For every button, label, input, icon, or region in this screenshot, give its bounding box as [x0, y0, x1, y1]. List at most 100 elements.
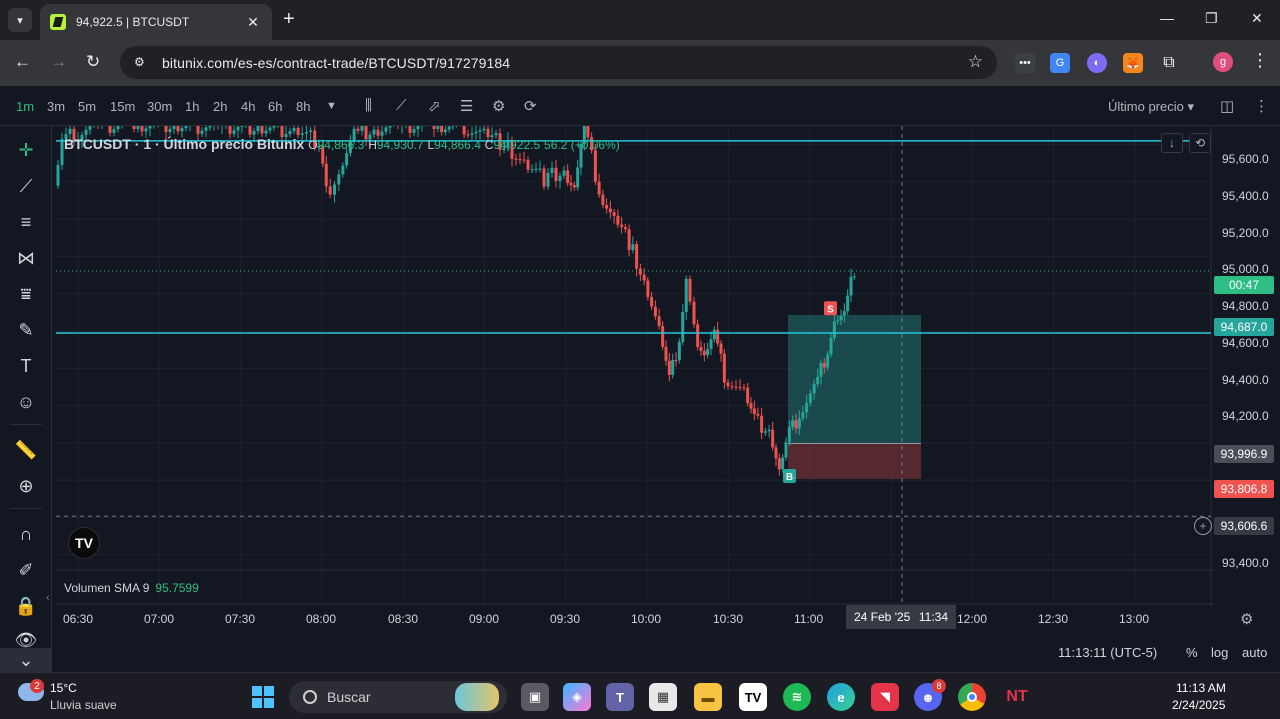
metamask-icon[interactable]: 🦊: [1123, 53, 1143, 73]
restore-icon[interactable]: ❐: [1205, 10, 1218, 27]
magnet-icon[interactable]: ∩: [12, 520, 40, 548]
store-icon[interactable]: ▦: [649, 683, 677, 711]
candle-body: [657, 316, 661, 327]
timeframe-5m[interactable]: 5m: [78, 99, 96, 114]
timeframe-30m[interactable]: 30m: [147, 99, 172, 114]
time-label: 09:00: [469, 612, 500, 626]
file-explorer-icon[interactable]: ▬: [694, 683, 722, 711]
settings-gear-icon[interactable]: ⚙: [492, 97, 505, 115]
teams-icon[interactable]: T: [606, 683, 634, 711]
timeframe-4h[interactable]: 4h: [241, 99, 255, 114]
candle-body: [826, 354, 830, 368]
candles-type-icon[interactable]: ⫼: [365, 97, 372, 114]
timeframe-6h[interactable]: 6h: [268, 99, 282, 114]
taskbar-search[interactable]: Buscar: [289, 681, 507, 713]
log-toggle[interactable]: log: [1211, 645, 1228, 660]
candle-body: [612, 212, 616, 216]
auto-toggle[interactable]: auto: [1242, 645, 1267, 660]
tradingview-logo[interactable]: TV: [68, 527, 100, 559]
candle-body: [797, 418, 801, 429]
timeframe-1h[interactable]: 1h: [185, 99, 199, 114]
profile-avatar[interactable]: g: [1213, 52, 1233, 72]
timeframe-3m[interactable]: 3m: [47, 99, 65, 114]
clock-time[interactable]: 11:13 AM: [1176, 681, 1226, 695]
weather-temperature[interactable]: 15°C: [50, 681, 77, 695]
layout-icon[interactable]: ◫: [1220, 97, 1234, 115]
trend-line-icon[interactable]: ⟋: [12, 172, 40, 200]
add-alert-icon[interactable]: +: [1194, 517, 1212, 535]
indicators-icon[interactable]: ⟋: [396, 97, 407, 114]
timeframe-2h[interactable]: 2h: [213, 99, 227, 114]
price-mode-dropdown[interactable]: Último precio ▾: [1108, 99, 1194, 115]
list-icon[interactable]: ☰: [460, 97, 473, 115]
extension-dots-icon[interactable]: •••: [1015, 53, 1035, 73]
take-profit-zone: [788, 314, 921, 444]
candle-body: [719, 343, 723, 354]
chart-refresh-icon[interactable]: ⟳: [524, 97, 537, 115]
timeframe-8h[interactable]: 8h: [296, 99, 310, 114]
ruler-icon[interactable]: 📏: [12, 436, 40, 464]
candle-body: [84, 129, 88, 135]
tab-close-icon[interactable]: ✕: [244, 14, 262, 31]
lock-drawing-icon[interactable]: ✐: [12, 556, 40, 584]
extension-purple-icon[interactable]: ◐: [1087, 53, 1107, 73]
chrome-icon[interactable]: [958, 683, 986, 711]
site-settings-icon[interactable]: ⚙: [134, 55, 150, 71]
price-chart[interactable]: BS: [56, 126, 1214, 606]
tab-search-button[interactable]: ▾: [8, 8, 32, 32]
zoom-in-icon[interactable]: ⊕: [12, 472, 40, 500]
timeframe-15m[interactable]: 15m: [110, 99, 135, 114]
text-tool-icon[interactable]: T: [12, 352, 40, 380]
crosshair-icon[interactable]: ✛: [12, 136, 40, 164]
translate-icon[interactable]: G: [1050, 53, 1070, 73]
collapse-tools-icon[interactable]: ⌄: [0, 648, 52, 672]
windows-start-icon[interactable]: [252, 686, 274, 708]
fib-tool-icon[interactable]: ⩸: [12, 280, 40, 308]
candle-body: [478, 130, 482, 132]
close-window-icon[interactable]: ✕: [1251, 10, 1263, 27]
copilot-icon[interactable]: ◈: [563, 683, 591, 711]
lock-icon[interactable]: 🔒: [12, 592, 40, 620]
browser-menu-icon[interactable]: ⋮: [1251, 50, 1269, 70]
bookmark-star-icon[interactable]: ☆: [968, 52, 983, 72]
more-menu-icon[interactable]: ⋮: [1254, 97, 1269, 115]
chart-time-zone[interactable]: 11:13:11 (UTC-5): [1058, 645, 1157, 660]
brush-icon[interactable]: ✎: [12, 316, 40, 344]
forward-arrow-icon[interactable]: →: [50, 52, 67, 72]
time-label: 12:00: [957, 612, 988, 626]
horizontal-lines-icon[interactable]: ≡: [12, 208, 40, 236]
change-value: 56.2 (+0.06%): [544, 138, 620, 152]
pocket-icon[interactable]: ◥: [871, 683, 899, 711]
extensions-puzzle-icon[interactable]: ⧉: [1159, 53, 1179, 73]
back-arrow-icon[interactable]: ←: [14, 52, 31, 72]
minimize-icon[interactable]: —: [1160, 10, 1174, 26]
tradingview-app-icon[interactable]: TV: [739, 683, 767, 711]
clock-date[interactable]: 2/24/2025: [1172, 698, 1225, 712]
weather-description[interactable]: Lluvia suave: [50, 698, 117, 712]
spotify-icon[interactable]: ≋: [783, 683, 811, 711]
percent-toggle[interactable]: %: [1186, 645, 1198, 660]
reload-icon[interactable]: ↻: [86, 52, 100, 72]
task-view-icon[interactable]: ▣: [521, 683, 549, 711]
candle-body: [822, 362, 826, 368]
emoji-icon[interactable]: ☺: [12, 388, 40, 416]
candle-body: [566, 170, 570, 183]
address-bar[interactable]: ⚙ bitunix.com/es-es/contract-trade/BTCUS…: [120, 46, 997, 79]
scroll-down-icon[interactable]: ↓: [1161, 133, 1183, 153]
drawing-edit-icon[interactable]: ⬀: [428, 97, 441, 115]
edge-icon[interactable]: e: [827, 683, 855, 711]
collapse-left-icon[interactable]: ‹: [46, 592, 50, 604]
reset-chart-icon[interactable]: ⟲: [1189, 133, 1211, 153]
timeframe-1m[interactable]: 1m: [16, 99, 34, 114]
candle-body: [252, 131, 256, 135]
pattern-icon[interactable]: ⋈: [12, 244, 40, 272]
ninjatrader-icon[interactable]: NT: [1003, 683, 1031, 711]
time-axis-settings-icon[interactable]: ⚙: [1240, 610, 1253, 628]
candle-body: [696, 324, 700, 347]
more-timeframes-icon[interactable]: ▼: [326, 100, 337, 112]
candle-body: [681, 312, 685, 342]
new-tab-button[interactable]: +: [283, 9, 295, 29]
browser-tab[interactable]: 94,922.5 | BTCUSDT ✕: [40, 4, 272, 40]
price-label: 94,600.0: [1222, 336, 1269, 350]
url-text[interactable]: bitunix.com/es-es/contract-trade/BTCUSDT…: [162, 55, 510, 71]
